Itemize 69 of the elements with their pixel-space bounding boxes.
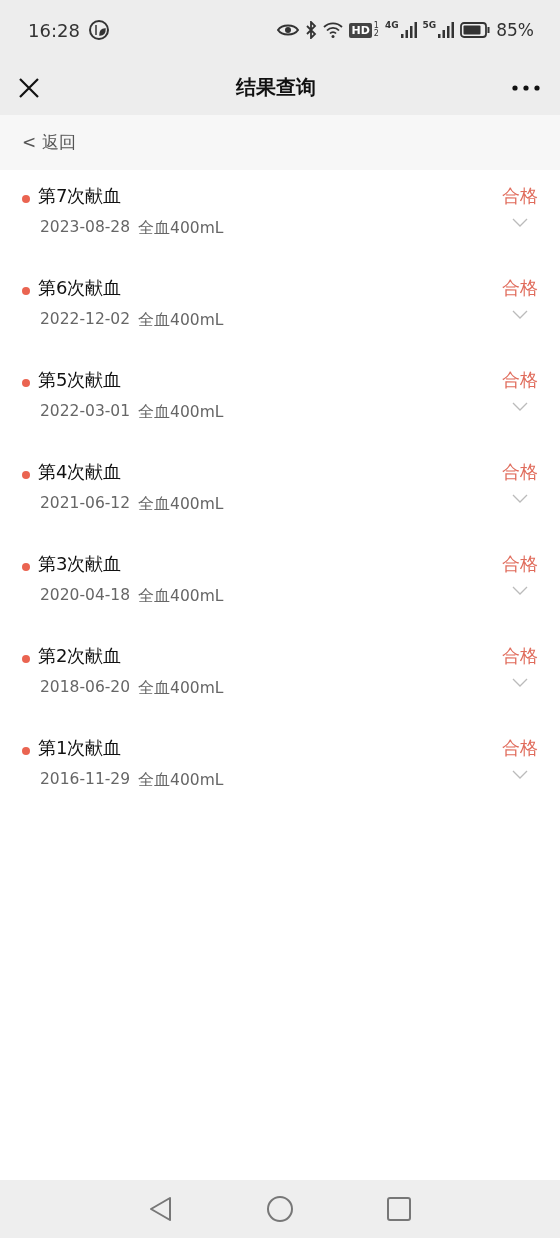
status-dot-icon xyxy=(22,471,30,479)
donation-record[interactable]: 第4次献血 2021-06-12 全血400mL 合格 xyxy=(0,446,560,538)
record-title: 第5次献血 xyxy=(38,368,122,392)
status-dot-icon xyxy=(22,287,30,295)
donation-date: 2022-03-01 xyxy=(40,402,131,422)
donation-date: 2020-04-18 xyxy=(40,586,131,606)
donation-record[interactable]: 第6次献血 2022-12-02 全血400mL 合格 xyxy=(0,262,560,354)
chevron-icon[interactable] xyxy=(512,678,528,688)
donation-record[interactable]: 第5次献血 2022-03-01 全血400mL 合格 xyxy=(0,354,560,446)
result-status: 合格 xyxy=(502,276,538,300)
status-dot-icon xyxy=(22,563,30,571)
more-icon[interactable] xyxy=(512,84,540,91)
chevron-icon[interactable] xyxy=(512,310,528,320)
bluetooth-icon xyxy=(305,21,318,39)
home-circle-icon[interactable] xyxy=(266,1195,294,1223)
close-icon[interactable] xyxy=(18,76,40,99)
result-status: 合格 xyxy=(502,368,538,392)
status-dot-icon xyxy=(22,379,30,387)
leaf-icon xyxy=(87,19,110,41)
donation-date: 2023-08-28 xyxy=(40,218,131,238)
record-title: 第4次献血 xyxy=(38,460,122,484)
donation-record[interactable]: 第1次献血 2016-11-29 全血400mL 合格 xyxy=(0,722,560,814)
page-title: 结果查询 xyxy=(236,74,316,101)
result-status: 合格 xyxy=(502,736,538,760)
donation-date: 2021-06-12 xyxy=(40,494,131,514)
result-status: 合格 xyxy=(502,552,538,576)
donation-type: 全血400mL xyxy=(138,678,224,699)
donation-date: 2022-12-02 xyxy=(40,310,131,330)
donation-type: 全血400mL xyxy=(138,218,224,239)
donation-type: 全血400mL xyxy=(138,586,224,607)
chevron-icon[interactable] xyxy=(512,402,528,412)
network-label: 4G xyxy=(384,20,399,30)
back-link[interactable]: < 返回 xyxy=(22,131,76,154)
donation-type: 全血400mL xyxy=(138,402,224,423)
battery-percentage: 85% xyxy=(496,20,534,40)
result-status: 合格 xyxy=(502,644,538,668)
back-triangle-icon[interactable] xyxy=(148,1195,174,1223)
record-title: 第6次献血 xyxy=(38,276,122,300)
donation-type: 全血400mL xyxy=(138,494,224,515)
donation-record[interactable]: 第7次献血 2023-08-28 全血400mL 合格 xyxy=(0,170,560,262)
donation-type: 全血400mL xyxy=(138,770,224,791)
chevron-icon[interactable] xyxy=(512,586,528,596)
hd-badge: HD xyxy=(349,22,372,38)
wifi-icon xyxy=(323,22,344,38)
record-title: 第2次献血 xyxy=(38,644,122,668)
donation-record[interactable]: 第3次献血 2020-04-18 全血400mL 合格 xyxy=(0,538,560,630)
result-status: 合格 xyxy=(502,184,538,208)
result-status: 合格 xyxy=(502,460,538,484)
status-dot-icon xyxy=(22,195,30,203)
battery-icon xyxy=(460,22,491,38)
donation-type: 全血400mL xyxy=(138,310,224,331)
chevron-icon[interactable] xyxy=(512,218,528,228)
donation-record[interactable]: 第2次献血 2018-06-20 全血400mL 合格 xyxy=(0,630,560,722)
status-dot-icon xyxy=(22,747,30,755)
eye-icon xyxy=(277,23,300,37)
network-label: 5G xyxy=(422,20,437,30)
signal-icon xyxy=(400,22,417,38)
clock: 16:28 xyxy=(28,19,80,41)
sim-numbers: 1 2 xyxy=(373,22,379,38)
chevron-icon[interactable] xyxy=(512,494,528,504)
chevron-icon[interactable] xyxy=(512,770,528,780)
donation-date: 2018-06-20 xyxy=(40,678,131,698)
signal-icon xyxy=(438,22,455,38)
record-title: 第3次献血 xyxy=(38,552,122,576)
record-title: 第1次献血 xyxy=(38,736,122,760)
recents-square-icon[interactable] xyxy=(386,1196,412,1222)
donation-date: 2016-11-29 xyxy=(40,770,131,790)
status-dot-icon xyxy=(22,655,30,663)
record-title: 第7次献血 xyxy=(38,184,122,208)
